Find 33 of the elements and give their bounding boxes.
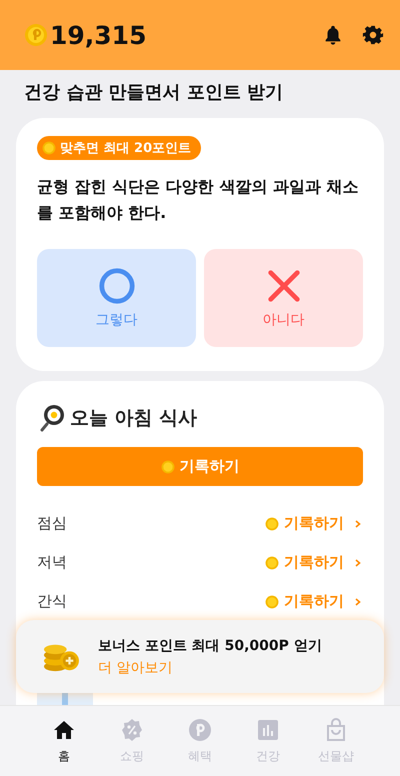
answer-button[interactable]: 아니다 <box>204 249 363 348</box>
quiz-question: 균형 잡힌 식단은 다양한 색깔의 과일과 채소를 포함해야 한다. <box>37 176 360 224</box>
section-title: 건강 습관 만들면서 포인트 받기 <box>24 81 284 104</box>
bonus-banner[interactable]: 보너스 포인트 최대 50,000P 얻기 더 알아보기 <box>16 620 384 693</box>
discount-badge-icon <box>120 718 144 742</box>
meal-title: 오늘 아침 식사 <box>70 406 198 432</box>
badge-text: 맞추면 최대 20포인트 <box>60 140 192 157</box>
coin-icon <box>265 556 279 570</box>
record-button[interactable]: 기록하기 <box>37 447 363 486</box>
coin-icon <box>265 594 279 609</box>
chevron-right-icon <box>353 518 363 529</box>
coin-icon <box>42 141 56 155</box>
coin-icon <box>24 23 48 47</box>
settings-icon[interactable] <box>362 24 384 46</box>
meal-label: 점심 <box>37 514 67 534</box>
tab[interactable]: 홈 <box>30 706 98 776</box>
coin-icon <box>265 516 279 531</box>
shopping-bag-icon <box>324 718 348 742</box>
chevron-right-icon <box>353 596 363 607</box>
answer-button[interactable]: 그렇다 <box>37 249 196 348</box>
bar-chart-icon <box>256 718 280 742</box>
coin-icon <box>160 460 174 474</box>
coin-icon <box>188 718 212 742</box>
meal-label: 저녁 <box>37 553 67 572</box>
meal-label: 간식 <box>37 592 67 612</box>
points-balance: 19,315 <box>50 20 146 50</box>
record-link[interactable]: 기록하기 <box>265 514 363 534</box>
circle-icon <box>98 267 136 306</box>
learn-more-link[interactable]: 더 알아보기 <box>98 658 322 676</box>
record-link[interactable]: 기록하기 <box>265 592 363 612</box>
banner-title: 보너스 포인트 최대 50,000P 얻기 <box>98 636 322 654</box>
record-link[interactable]: 기록하기 <box>265 553 363 572</box>
chevron-right-icon <box>353 558 363 568</box>
